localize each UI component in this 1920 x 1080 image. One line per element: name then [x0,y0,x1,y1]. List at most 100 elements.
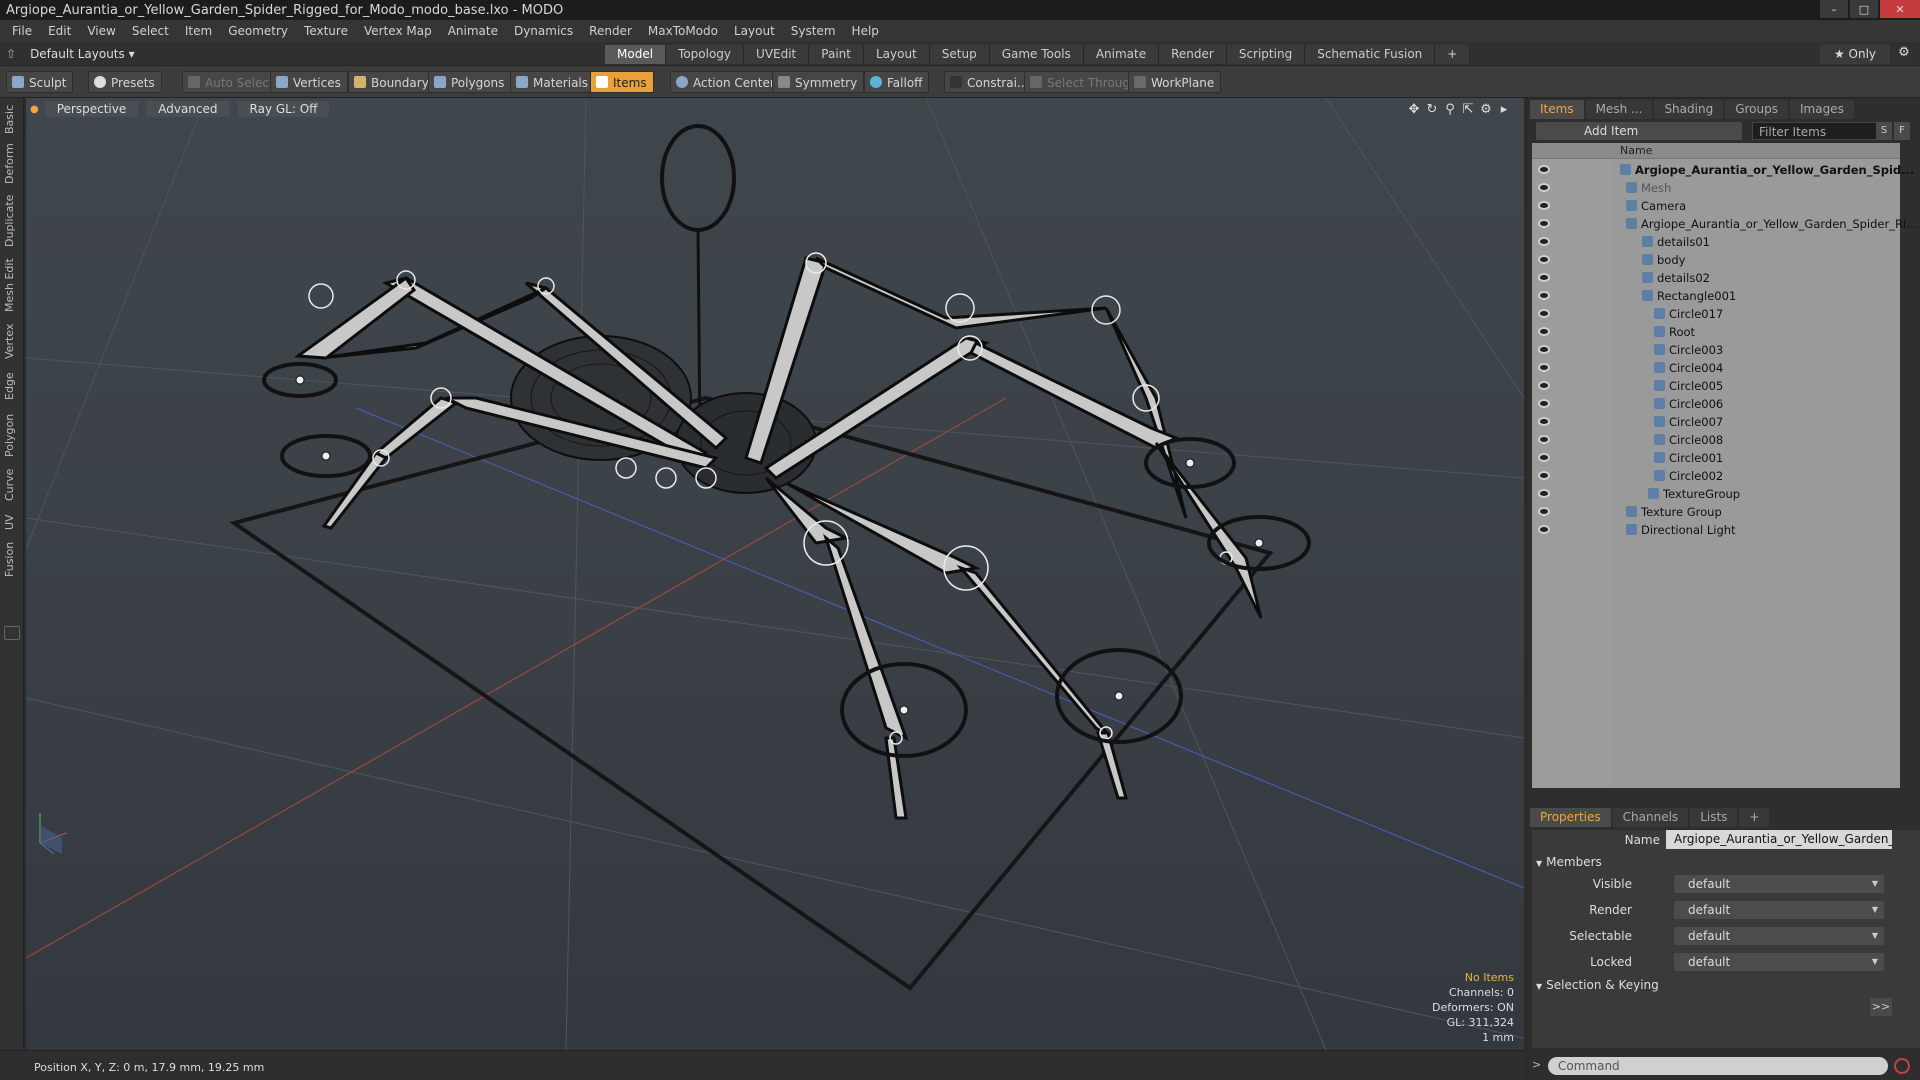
visibility-eye-icon[interactable] [1538,381,1550,390]
tab-items[interactable]: Items [1530,100,1584,119]
tab-lists[interactable]: Lists [1690,808,1738,827]
tab-edge[interactable]: Edge [3,368,21,404]
rotate-view-icon[interactable]: ↻ [1423,102,1441,117]
visibility-eye-icon[interactable] [1538,417,1550,426]
tree-row[interactable]: Circle006 [1532,395,1900,413]
record-icon[interactable] [1894,1058,1910,1074]
tab-duplicate[interactable]: Duplicate [3,192,21,250]
tree-row[interactable]: Circle017 [1532,305,1900,323]
visibility-eye-icon[interactable] [1538,453,1550,462]
render-dropdown[interactable]: default [1674,901,1884,919]
tab-mesh-edit[interactable]: Mesh Edit [3,256,21,314]
visibility-eye-icon[interactable] [1538,471,1550,480]
tab-fusion[interactable]: Fusion [3,538,21,580]
tab-images[interactable]: Images [1789,100,1854,119]
action-center-button[interactable]: Action Center [670,71,782,93]
tab-scripting[interactable]: Scripting [1226,45,1306,64]
tab-schematic-fusion[interactable]: Schematic Fusion [1305,45,1436,64]
tab-animate[interactable]: Animate [1083,45,1160,64]
tree-row[interactable]: Texture Group [1532,503,1900,521]
materials-button[interactable]: Materials [510,71,596,93]
menu-system[interactable]: System [783,24,844,38]
close-button[interactable]: ✕ [1880,0,1920,18]
name-column-header[interactable]: Name [1620,144,1652,157]
tree-row[interactable]: Root [1532,323,1900,341]
tree-row[interactable]: Circle002 [1532,467,1900,485]
visibility-eye-icon[interactable] [1538,525,1550,534]
filter-items-input[interactable]: Filter Items [1752,122,1884,140]
members-section[interactable]: ▼ Members [1536,855,1602,869]
menu-dynamics[interactable]: Dynamics [506,24,581,38]
falloff-button[interactable]: Falloff [864,71,930,93]
menu-view[interactable]: View [79,24,123,38]
menu-file[interactable]: File [4,24,40,38]
menu-select[interactable]: Select [124,24,177,38]
layouts-dropdown[interactable]: ⇧ Default Layouts ▾ [6,46,135,62]
add-tab-button[interactable]: + [1435,45,1471,64]
items-button[interactable]: Items [590,71,654,93]
tree-row[interactable]: Argiope_Aurantia_or_Yellow_Garden_Spider… [1532,215,1917,233]
tree-row[interactable]: Mesh [1532,179,1900,197]
polygons-button[interactable]: Polygons [428,71,512,93]
zoom-view-icon[interactable]: ⚲ [1441,102,1459,117]
tab-basic[interactable]: Basic [3,102,21,136]
tree-row[interactable]: Rectangle001 [1532,287,1900,305]
tree-row[interactable]: details02 [1532,269,1900,287]
advanced-dropdown[interactable]: Advanced [146,101,230,117]
menu-item[interactable]: Item [177,24,220,38]
workplane-button[interactable]: WorkPlane [1128,71,1222,93]
sculpt-button[interactable]: Sculpt [6,71,74,93]
tree-row[interactable]: details01 [1532,233,1900,251]
visible-dropdown[interactable]: default [1674,875,1884,893]
menu-edit[interactable]: Edit [40,24,79,38]
locked-dropdown[interactable]: default [1674,953,1884,971]
visibility-eye-icon[interactable] [1538,219,1550,228]
move-view-icon[interactable]: ✥ [1405,102,1423,117]
fit-view-icon[interactable]: ⇱ [1459,102,1477,117]
add-item-button[interactable]: Add Item [1536,122,1742,140]
tab-mesh[interactable]: Mesh ... [1585,100,1653,119]
visibility-eye-icon[interactable] [1538,291,1550,300]
s-button[interactable]: S [1876,122,1892,140]
tab-game-tools[interactable]: Game Tools [989,45,1084,64]
visibility-eye-icon[interactable] [1538,273,1550,282]
expand-icon[interactable] [4,626,20,640]
presets-button[interactable]: Presets [88,71,162,93]
tab-setup[interactable]: Setup [929,45,990,64]
tree-row[interactable]: Circle004 [1532,359,1900,377]
menu-texture[interactable]: Texture [296,24,356,38]
visibility-eye-icon[interactable] [1538,489,1550,498]
tab-uv[interactable]: UV [3,510,21,534]
minimize-button[interactable]: – [1820,0,1848,18]
tab-uvedit[interactable]: UVEdit [744,45,810,64]
tree-row[interactable]: Circle003 [1532,341,1900,359]
symmetry-button[interactable]: Symmetry [772,71,865,93]
selectable-dropdown[interactable]: default [1674,927,1884,945]
name-field[interactable]: Argiope_Aurantia_or_Yellow_Garden_Spider [1666,830,1892,849]
vertices-button[interactable]: Vertices [270,71,348,93]
viewport-settings-icon[interactable]: ⚙ [1477,102,1495,117]
visibility-eye-icon[interactable] [1538,183,1550,192]
tree-row[interactable]: Circle008 [1532,431,1900,449]
tab-paint[interactable]: Paint [809,45,864,64]
menu-help[interactable]: Help [844,24,887,38]
visibility-eye-icon[interactable] [1538,435,1550,444]
menu-maxtomodo[interactable]: MaxToModo [640,24,726,38]
boundary-button[interactable]: Boundary [348,71,436,93]
tab-vertex[interactable]: Vertex [3,320,21,362]
command-input[interactable]: Command [1548,1057,1888,1075]
tab-layout[interactable]: Layout [863,45,930,64]
f-button[interactable]: F [1894,122,1910,140]
visibility-eye-icon[interactable] [1538,345,1550,354]
tab-model[interactable]: Model [605,45,667,64]
tree-row[interactable]: TextureGroup [1532,485,1900,503]
viewport-expand-icon[interactable]: ▸ [1495,102,1513,117]
menu-layout[interactable]: Layout [726,24,783,38]
tree-row[interactable]: body [1532,251,1900,269]
visibility-eye-icon[interactable] [1538,363,1550,372]
visibility-eye-icon[interactable] [1538,507,1550,516]
visibility-eye-icon[interactable] [1538,165,1550,174]
tab-deform[interactable]: Deform [3,142,21,186]
visibility-eye-icon[interactable] [1538,201,1550,210]
visibility-eye-icon[interactable] [1538,255,1550,264]
